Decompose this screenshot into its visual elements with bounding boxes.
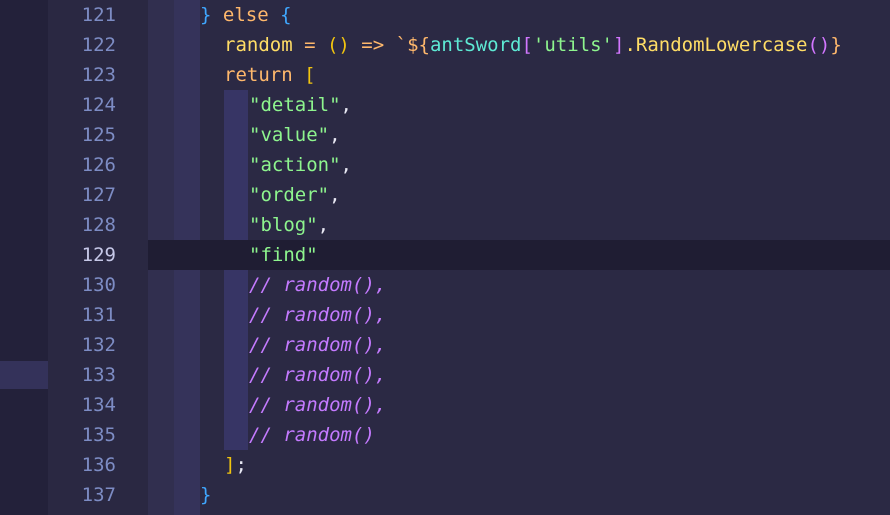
code-text: // random() [249,420,375,450]
line-number: 136 [81,454,116,476]
code-text: "value", [249,120,341,150]
code-token: ] [613,34,625,56]
code-token: } [200,4,223,26]
code-text: // random(), [249,270,386,300]
line-number: 129 [81,244,116,266]
code-token: , [340,154,352,176]
line-number: 133 [81,364,116,386]
code-text: // random(), [249,390,386,420]
code-token: , [329,184,341,206]
code-token: "detail" [249,94,341,116]
code-line[interactable]: 121} else { [0,0,890,30]
code-token: "blog" [249,214,318,236]
code-text: "action", [249,150,352,180]
code-text: // random(), [249,330,386,360]
line-number: 123 [81,64,116,86]
line-number: 127 [81,184,116,206]
code-text: // random(), [249,360,386,390]
code-line[interactable]: 137} [0,480,890,510]
code-text: // random(), [249,300,386,330]
code-token: } [830,34,842,56]
code-token: antSword [429,34,522,56]
code-token: "action" [249,154,341,176]
code-token: => [349,34,396,56]
code-token: = [292,34,327,56]
code-text: "detail", [249,90,352,120]
code-line[interactable]: 131 // random(), [0,300,890,330]
code-line[interactable]: 134 // random(), [0,390,890,420]
code-line[interactable]: 128 "blog", [0,210,890,240]
code-token: [ [521,34,533,56]
code-token: , [317,214,330,236]
code-line[interactable]: 130 // random(), [0,270,890,300]
line-number: 122 [81,34,116,56]
code-token: random [224,34,293,56]
code-token: () [807,34,831,56]
code-token: ] [224,454,236,476]
code-token: { [280,4,292,26]
code-token: // random(), [249,304,387,326]
code-token: return [224,64,305,86]
line-number: 126 [81,154,116,176]
code-token: "find" [249,244,318,266]
code-text: random = () => `${antSword['utils'].Rand… [224,30,842,60]
code-token: () [326,34,350,56]
code-token: "value" [249,124,330,146]
line-number: 131 [81,304,116,326]
code-token: [ [304,64,316,86]
code-text: ]; [224,450,247,480]
code-text: } else { [200,0,292,30]
code-line[interactable]: 127 "order", [0,180,890,210]
code-token: } [200,484,212,506]
code-line[interactable]: 129 "find" [0,240,890,270]
code-token: else [222,4,281,26]
code-token: .RandomLowercase [624,34,808,56]
line-number: 135 [81,424,116,446]
code-token: // random(), [249,334,387,356]
code-token: , [329,124,341,146]
code-line[interactable]: 133 // random(), [0,360,890,390]
code-text: "find" [249,240,318,270]
code-line[interactable]: 123 return [ [0,60,890,90]
line-number: 124 [81,94,116,116]
line-number: 132 [81,334,116,356]
code-line[interactable]: 122 random = () => `${antSword['utils'].R… [0,30,890,60]
code-line[interactable]: 124 "detail", [0,90,890,120]
line-number: 137 [81,484,116,506]
code-text: } [200,480,211,510]
code-line[interactable]: 126 "action", [0,150,890,180]
code-line[interactable]: 125 "value", [0,120,890,150]
line-number: 130 [81,274,116,296]
code-line[interactable]: 135 // random() [0,420,890,450]
code-text: return [ [224,60,316,90]
line-number: 125 [81,124,116,146]
code-token: // random() [249,424,375,446]
code-token: "order" [249,184,330,206]
code-token: // random(), [249,364,387,386]
code-editor[interactable]: 121} else {122 random = () => `${antSword… [0,0,890,515]
code-token: // random(), [249,394,387,416]
line-number: 128 [81,214,116,236]
code-line[interactable]: 136]; [0,450,890,480]
line-number: 134 [81,394,116,416]
line-number: 121 [81,4,116,26]
code-token: 'utils' [532,34,613,56]
code-token: `${ [395,34,430,56]
code-token: // random(), [249,274,387,296]
code-token: ; [235,454,247,476]
code-text: "order", [249,180,341,210]
code-text: "blog", [249,210,329,240]
code-line[interactable]: 132 // random(), [0,330,890,360]
code-token: , [340,94,352,116]
